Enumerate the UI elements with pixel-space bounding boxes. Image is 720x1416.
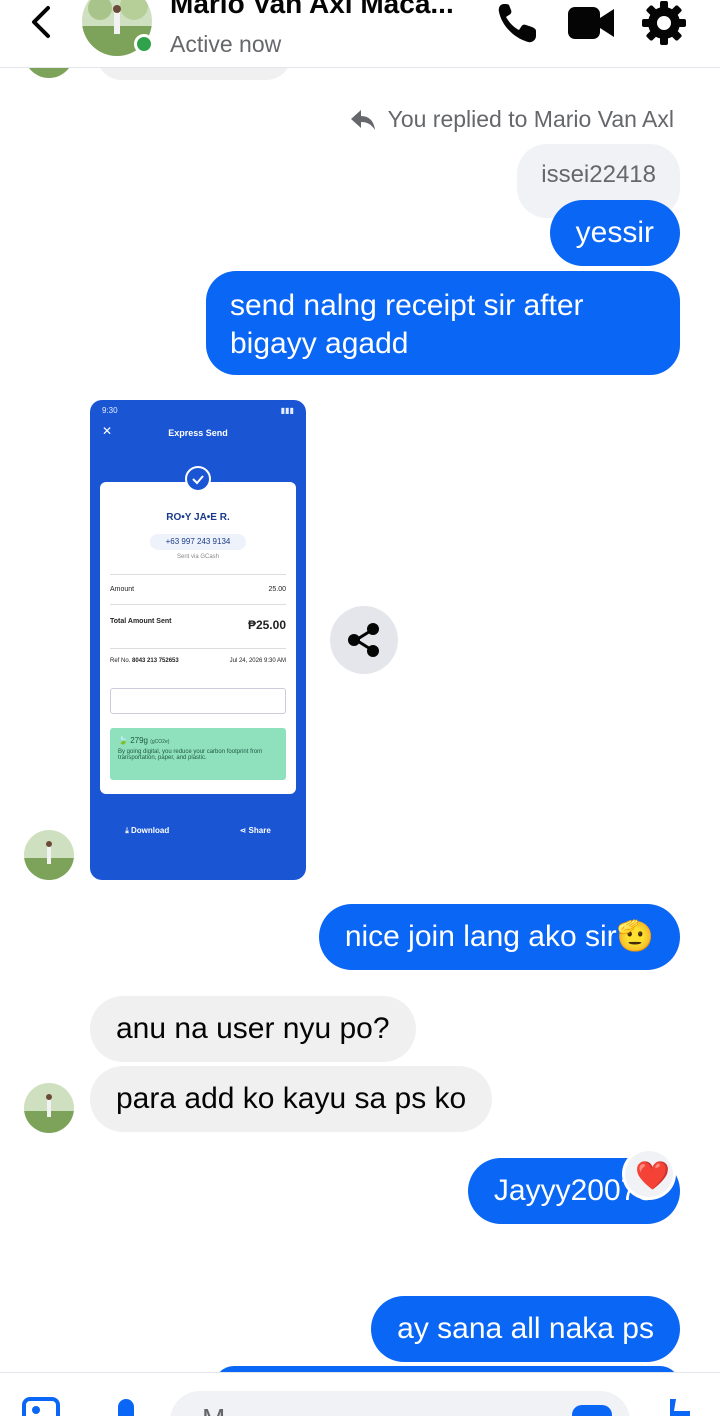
receipt-statusbar: 9:30 ▮▮▮ [102,406,294,415]
reply-arrow-icon [350,109,375,130]
receipt-card: RO•Y JA•E R. +63 997 243 9134 Sent via G… [100,482,296,794]
settings-gear-icon[interactable] [640,0,690,46]
receipt-time: 9:30 [102,406,118,415]
receipt-recipient: RO•Y JA•E R. [166,512,230,523]
reply-note-text: You replied to Mario Van Axl [387,106,674,132]
carbon-unit: (gCO2e) [150,739,170,745]
receipt-share-label: Share [248,826,271,835]
share-button[interactable] [330,606,398,674]
download-icon: ⤓ [125,826,129,835]
total-label: Total Amount Sent [110,618,172,625]
message-input[interactable]: M [170,1391,630,1416]
reply-note: You replied to Mario Van Axl [350,106,674,133]
share-small-icon: ⋖ [239,826,247,835]
message-thread[interactable]: You replied to Mario Van Axl issei22418 … [0,68,720,1372]
amount-label: Amount [110,586,135,593]
carbon-text: By going digital, you reduce your carbon… [118,749,263,761]
receipt-actions: ⤓ Download ⋖ Share [90,826,306,836]
salute-emoji: 🫡 [616,920,654,953]
active-status: Active now [170,31,282,57]
amount-value: 25.00 [268,586,286,593]
contact-avatar-small[interactable] [24,1083,74,1133]
emoji-icon[interactable] [570,1403,614,1416]
video-call-icon[interactable] [566,0,616,46]
message-bubble-partial [96,68,292,80]
heart-emoji: ❤️ [635,1160,670,1191]
ref-number: 8043 213 752653 [132,658,179,664]
heart-reaction[interactable]: ❤️ [622,1148,676,1200]
check-icon [185,466,211,492]
receipt-phone: +63 997 243 9134 [150,534,246,550]
message-outgoing[interactable]: yessir [549,200,680,266]
divider [110,574,286,575]
message-text: nice join lang ako sir [344,920,617,953]
thumbs-up-icon[interactable] [656,1395,696,1416]
receipt-amount-row: Amount 25.00 [110,586,286,593]
receipt-message-box [110,688,286,714]
gallery-icon[interactable] [22,1397,62,1416]
message-outgoing[interactable]: send nalng receipt sir after bigayy agad… [206,271,680,375]
receipt-total-row: Total Amount Sent ₱25.00 [110,618,286,632]
message-incoming[interactable]: anu na user nyu po? [90,996,416,1062]
total-value: ₱25.00 [247,618,286,632]
online-indicator [134,34,154,54]
receipt-ref-row: Ref No. 8043 213 752653 Jul 24, 2026 9:3… [110,658,286,664]
divider [110,648,286,649]
leaf-icon: 🍃 [118,736,128,745]
composer-bar: M [0,1372,720,1416]
message-outgoing[interactable]: nice join lang ako sir🫡 [318,904,680,970]
microphone-icon[interactable] [112,1397,140,1416]
chat-header: Mario Van Axl Maca... Active now [0,0,720,68]
carbon-note: 🍃 279g (gCO2e) By going digital, you red… [110,728,286,780]
contact-name[interactable]: Mario Van Axl Maca... [170,0,454,20]
carbon-value: 279g [130,736,148,745]
phone-call-icon[interactable] [494,0,544,46]
receipt-title: Express Send [168,428,228,438]
message-outgoing[interactable]: ay sana all naka ps [371,1296,680,1362]
contact-avatar-small[interactable] [24,830,74,880]
contact-avatar-small [24,68,74,78]
ref-label: Ref No. [110,658,131,664]
message-incoming[interactable]: para add ko kayu sa ps ko [90,1066,493,1132]
battery-icon: ▮▮▮ [280,406,294,415]
share-icon [348,623,379,657]
divider [110,604,286,605]
receipt-image-attachment[interactable]: 9:30 ▮▮▮ ✕ Express Send RO•Y JA•E R. +63… [90,400,306,880]
receipt-download-label: Download [130,826,170,835]
receipt-sent-via: Sent via GCash [176,554,220,560]
receipt-date: Jul 24, 2026 9:30 AM [229,658,286,664]
back-arrow-icon[interactable] [22,2,62,42]
message-input-placeholder: M [202,1403,225,1416]
